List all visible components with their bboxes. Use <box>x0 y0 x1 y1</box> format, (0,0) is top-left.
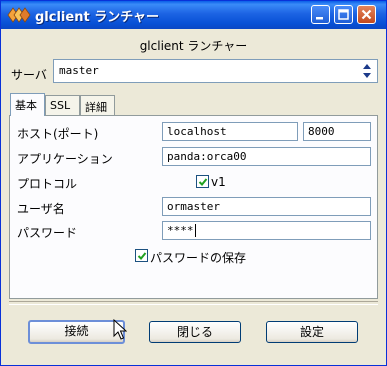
checkmark-icon <box>198 178 208 186</box>
updown-arrows-icon <box>363 64 371 78</box>
save-password-label: パスワードの保存 <box>150 251 247 265</box>
tab-detail[interactable]: 詳細 <box>80 95 115 115</box>
launcher-heading: glclient ランチャー <box>139 39 248 53</box>
password-value: **** <box>167 224 194 237</box>
server-label: サーバ <box>11 68 47 82</box>
save-password-checkbox[interactable] <box>135 249 148 262</box>
protocol-v1-label: v1 <box>211 175 226 189</box>
close-window-button[interactable] <box>357 5 376 24</box>
server-value: master <box>59 64 99 77</box>
application-input[interactable]: panda:orca00 <box>162 147 371 166</box>
maximize-button[interactable] <box>334 5 353 24</box>
checkmark-icon <box>137 252 147 260</box>
client-area: glclient ランチャー サーバ master 基本 SSL 詳細 ホスト(… <box>3 29 384 363</box>
tab-ssl[interactable]: SSL <box>45 95 80 115</box>
settings-button[interactable]: 設定 <box>266 321 358 343</box>
close-button[interactable]: 閉じる <box>149 321 241 343</box>
password-input[interactable]: **** <box>162 221 371 240</box>
text-caret <box>194 224 196 237</box>
server-select[interactable]: master <box>53 59 378 83</box>
minimize-icon <box>316 17 323 20</box>
title-bar[interactable]: glclient ランチャー <box>1 1 386 29</box>
tab-basic-label: 基本 <box>15 99 37 112</box>
mouse-pointer-icon <box>113 319 127 340</box>
protocol-label: プロトコル <box>17 177 78 191</box>
protocol-v1-checkbox[interactable] <box>196 175 209 188</box>
host-input[interactable]: localhost <box>162 122 298 141</box>
username-input[interactable]: ormaster <box>162 197 371 216</box>
application-label: アプリケーション <box>17 152 113 166</box>
launcher-window: glclient ランチャー glclient ランチャー サーバ master… <box>0 0 387 366</box>
tab-basic[interactable]: 基本 <box>10 93 45 116</box>
separator <box>9 301 378 305</box>
username-label: ユーザ名 <box>17 202 65 216</box>
minimize-button[interactable] <box>311 5 330 24</box>
app-diamond-icon <box>7 7 31 23</box>
port-input[interactable]: 8000 <box>303 122 371 141</box>
window-title: glclient ランチャー <box>35 10 160 25</box>
maximize-icon <box>338 9 349 20</box>
tab-detail-label: 詳細 <box>85 101 107 114</box>
host-label: ホスト(ポート) <box>17 127 99 141</box>
tab-ssl-label: SSL <box>50 99 71 112</box>
connect-button[interactable]: 接続 <box>28 320 125 344</box>
password-label: パスワード <box>17 226 78 240</box>
close-icon <box>361 9 372 20</box>
